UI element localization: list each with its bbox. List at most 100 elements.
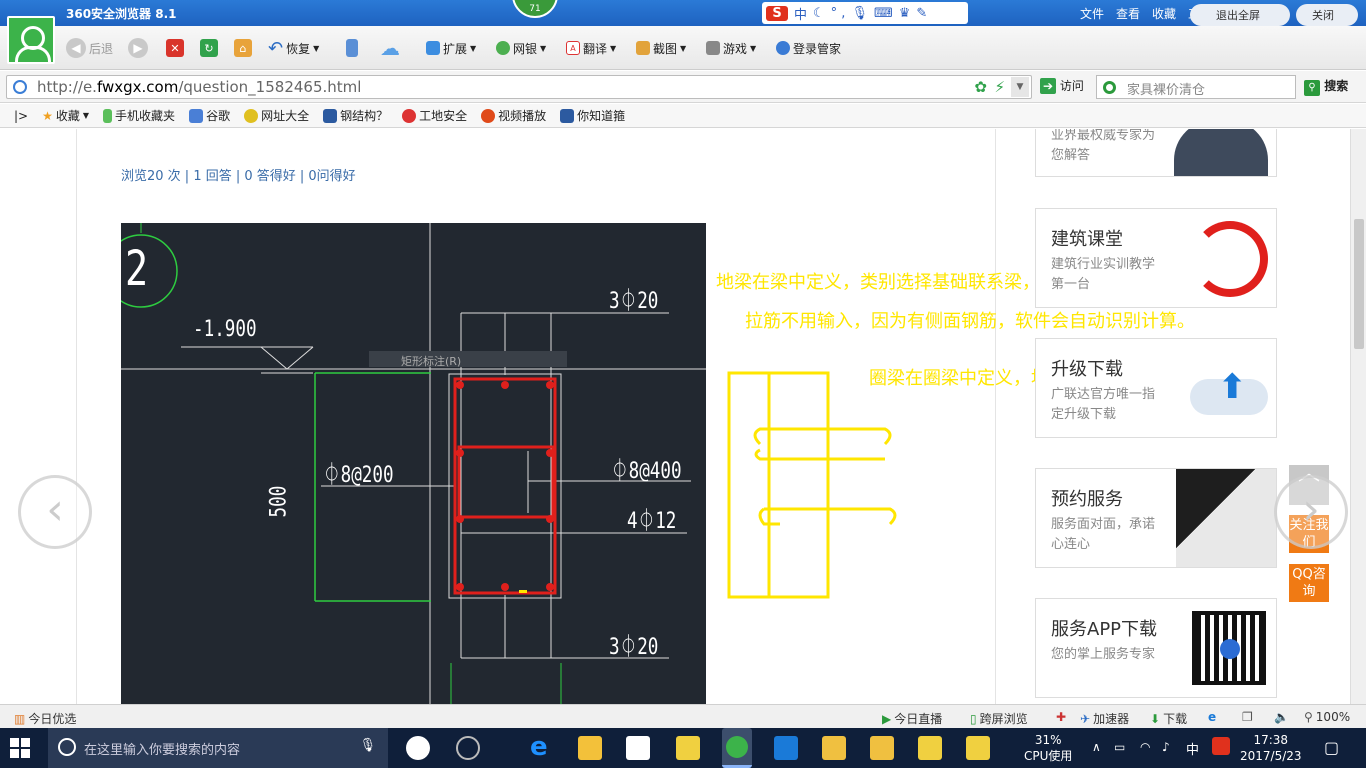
hao-icon — [244, 108, 259, 123]
screenshot-button[interactable]: 截图 ▼ — [636, 36, 686, 60]
notification-center-icon[interactable]: ▢ — [1324, 738, 1339, 757]
battery-icon[interactable]: ▭ — [1114, 740, 1125, 754]
cpu-meter[interactable]: 31% CPU使用 — [1024, 732, 1072, 764]
expert-card[interactable]: 业界最权威专家为您解答 — [1035, 129, 1277, 177]
games-button[interactable]: 游戏 ▼ — [706, 36, 756, 60]
browser-360-taskbar-icon[interactable] — [722, 728, 752, 768]
ime-mode[interactable]: 中 — [794, 4, 807, 23]
sidebar-card-upgrade[interactable]: 升级下载 广联达官方唯一指定升级下载 ⬆ — [1035, 338, 1277, 438]
bookmark-hao[interactable]: 网址大全 — [244, 107, 309, 124]
close-button[interactable]: 关闭 — [1296, 4, 1358, 26]
sidebar-card-classroom[interactable]: 建筑课堂 建筑行业实训教学第一台 — [1035, 208, 1277, 308]
microphone-icon[interactable]: 🎙 — [359, 738, 376, 753]
cross-screen-button[interactable]: ▯ 跨屏浏览 — [970, 710, 1028, 727]
qr-code-image[interactable] — [1192, 611, 1266, 685]
app-icon[interactable] — [456, 736, 480, 760]
keyboard-icon[interactable]: ⌨ — [874, 6, 893, 21]
sidebar-card-app[interactable]: 服务APP下载 您的掌上服务专家 — [1035, 598, 1277, 698]
bookmark-stirrup[interactable]: 你知道箍 — [560, 107, 625, 124]
app-icon[interactable] — [822, 736, 846, 760]
volume-icon[interactable]: ♪ — [1162, 740, 1170, 754]
user-avatar[interactable] — [7, 16, 55, 64]
app-icon[interactable] — [966, 736, 990, 760]
edge-icon[interactable]: e — [530, 734, 554, 760]
skin-icon[interactable]: ♛ — [899, 6, 911, 21]
security-icon[interactable]: ✿ — [974, 78, 987, 96]
bookmark-video[interactable]: 视频播放 — [481, 107, 546, 124]
cloud-button[interactable]: ☁ — [380, 36, 400, 60]
top-bar-label: 3⏀20 — [609, 289, 659, 314]
exit-fullscreen-button[interactable]: 退出全屏 — [1190, 4, 1290, 26]
microphone-icon[interactable]: 🎙 — [851, 6, 868, 21]
today-picks[interactable]: ▥ 今日优选 — [14, 710, 76, 727]
input-language[interactable]: 中 — [1186, 739, 1199, 758]
qq-consult-button[interactable]: QQ咨询 — [1289, 564, 1329, 602]
repair-icon[interactable]: ✚ — [1056, 710, 1066, 724]
forward-button[interactable]: ▶ — [128, 36, 148, 60]
notes-icon[interactable] — [870, 736, 894, 760]
browser-toolbar: ◀ 后退 ▶ ✕ ↻ ⌂ ↶ 恢复 ▼ ☁ 扩展 ▼ 网银 ▼ A 翻译 ▼ 截图 ▼ 游… — [0, 26, 1366, 70]
wifi-icon[interactable]: ◠ — [1140, 740, 1150, 754]
app-icon[interactable] — [918, 736, 942, 760]
ime-toolbar[interactable]: S 中 ☾ ° , 🎙 ⌨ ♛ ✎ — [762, 2, 968, 24]
search-input[interactable]: 家具裸价清仓 — [1096, 75, 1296, 99]
favorites-menu[interactable]: ★ 收藏 ▼ — [42, 107, 89, 124]
sogou-tray-icon[interactable] — [1212, 737, 1230, 755]
taskview-icon[interactable] — [406, 736, 430, 760]
extend-button[interactable]: 扩展 ▼ — [426, 36, 476, 60]
windows-start-icon[interactable] — [10, 738, 30, 758]
vertical-scrollbar[interactable] — [1350, 129, 1366, 704]
undo-icon: ↶ — [268, 37, 284, 59]
refresh-button[interactable]: ↻ — [200, 36, 218, 60]
axis-number: 2 — [125, 241, 149, 297]
volume-icon[interactable]: 🔈 — [1274, 710, 1289, 724]
ie-icon[interactable]: e — [1208, 710, 1216, 724]
wrench-icon[interactable]: ✎ — [916, 6, 927, 21]
app-icon[interactable] — [774, 736, 798, 760]
sidebar-toggle-icon[interactable]: |> — [14, 109, 28, 123]
next-arrow-icon[interactable]: › — [1274, 475, 1348, 549]
bookmark-safety[interactable]: 工地安全 — [402, 107, 467, 124]
bank-button[interactable]: 网银 ▼ — [496, 36, 546, 60]
scrollbar-thumb[interactable] — [1354, 219, 1364, 349]
url-input[interactable]: http://e.fwxgx.com/question_1582465.html… — [6, 75, 1032, 99]
search-button[interactable]: ⚲ 搜索 — [1304, 77, 1348, 96]
mobile-button[interactable] — [346, 36, 358, 60]
live-button[interactable]: ▶ 今日直播 — [882, 710, 942, 727]
visit-button[interactable]: ➔ 访问 — [1040, 77, 1084, 94]
prev-arrow-icon[interactable]: ‹ — [18, 475, 92, 549]
download-button[interactable]: ⬇ 下载 — [1150, 710, 1187, 727]
menu-view[interactable]: 查看 — [1116, 5, 1140, 22]
system-clock[interactable]: 17:38 2017/5/23 — [1240, 732, 1302, 764]
restore-button[interactable]: ↶ 恢复 ▼ — [268, 36, 319, 60]
login-manager-button[interactable]: 登录管家 — [776, 36, 841, 60]
annotation-line-2: 拉筋不用输入，因为有侧面钢筋，软件会自动识别计算。 — [745, 311, 1195, 332]
stop-button[interactable]: ✕ — [166, 36, 184, 60]
lightning-icon[interactable]: ⚡ — [994, 78, 1005, 96]
sidebar-card-booking[interactable]: 预约服务 服务面对面，承诺心连心 — [1035, 468, 1277, 568]
question-stats[interactable]: 浏览20 次 | 1 回答 | 0 答得好 | 0问得好 — [121, 165, 356, 184]
dropdown-arrow-icon[interactable]: ▼ — [1011, 77, 1029, 97]
moon-icon[interactable]: ☾ — [813, 6, 825, 21]
app-icon[interactable] — [676, 736, 700, 760]
classroom-logo-icon — [1192, 221, 1268, 297]
store-icon[interactable] — [626, 736, 650, 760]
translate-button[interactable]: A 翻译 ▼ — [566, 36, 616, 60]
tray-expand-icon[interactable]: ∧ — [1092, 740, 1101, 754]
accelerator-button[interactable]: ✈ 加速器 — [1080, 710, 1129, 727]
window-icon[interactable]: ❐ — [1242, 710, 1253, 724]
menu-file[interactable]: 文件 — [1080, 5, 1104, 22]
bookmark-mobile[interactable]: 手机收藏夹 — [103, 107, 175, 124]
menu-favorites[interactable]: 收藏 — [1152, 5, 1176, 22]
bookmark-steel[interactable]: 钢结构？ — [323, 107, 388, 124]
home-button[interactable]: ⌂ — [234, 36, 252, 60]
bookmark-google[interactable]: 谷歌 — [189, 107, 230, 124]
sogou-icon[interactable]: S — [766, 5, 788, 21]
taskbar-search-input[interactable]: 在这里输入你要搜索的内容 🎙 — [48, 728, 388, 768]
notification-badge[interactable]: 71 — [512, 0, 558, 18]
file-explorer-icon[interactable] — [578, 736, 602, 760]
height-dimension: 500 — [266, 485, 292, 518]
back-button[interactable]: ◀ 后退 — [66, 36, 113, 60]
zoom-control[interactable]: ⚲ 100% — [1304, 710, 1350, 724]
punctuation-icon[interactable]: ° , — [831, 6, 846, 21]
